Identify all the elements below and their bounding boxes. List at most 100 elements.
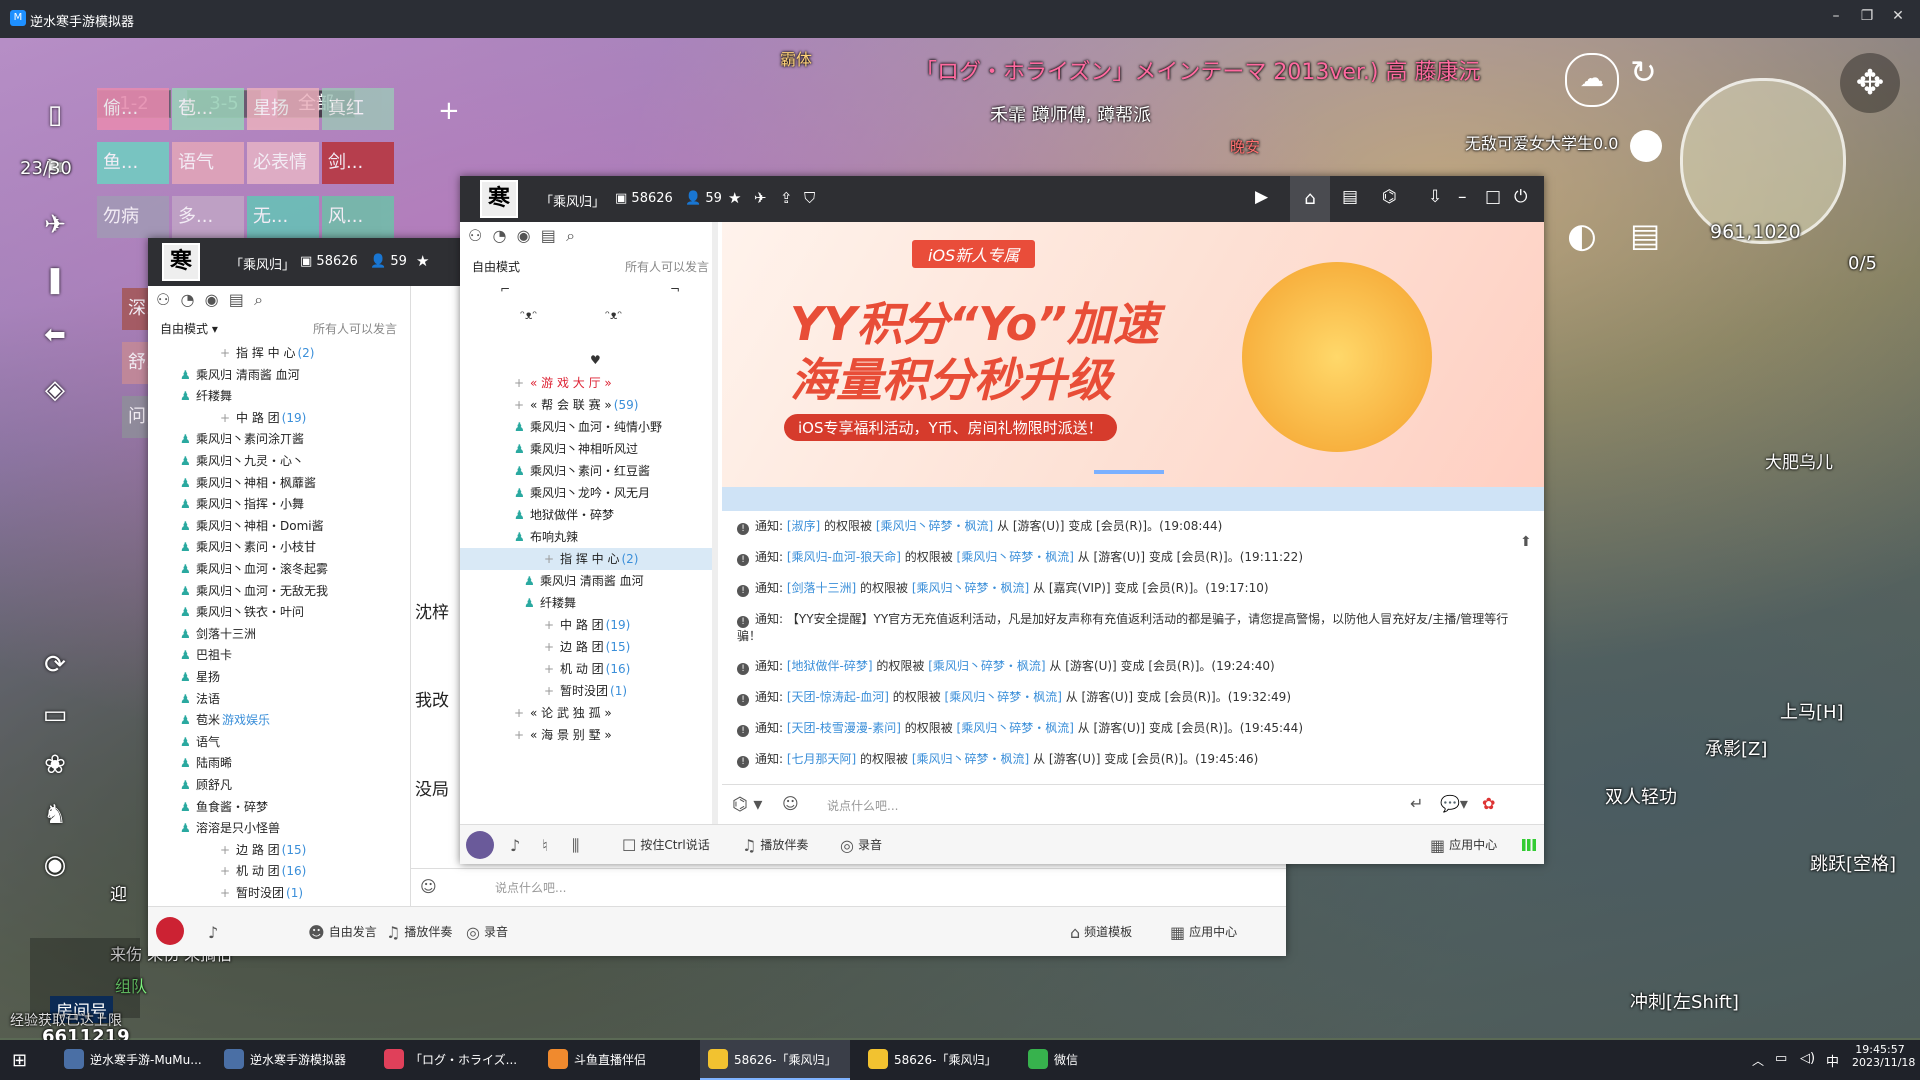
tree-row[interactable]: ♟ 乘风归丶龙吟・风无月 bbox=[460, 482, 712, 504]
back-arrow-icon[interactable]: ⬅ bbox=[38, 318, 72, 352]
list-icon[interactable]: ▤ bbox=[1342, 187, 1358, 207]
app-center-button[interactable]: ▦ 应用中心 bbox=[1170, 923, 1237, 942]
plane-icon[interactable]: ✈ bbox=[38, 208, 72, 242]
tree-row[interactable]: ♟ 顾舒凡 bbox=[148, 774, 410, 796]
expand-icon[interactable]: + bbox=[514, 394, 524, 416]
clock[interactable]: 19:45:57 2023/11/18 bbox=[1852, 1043, 1915, 1069]
accompaniment-button[interactable]: ♫ 播放伴奏 bbox=[386, 923, 452, 942]
tree-row[interactable]: ♟ 鱼食酱・碎梦 bbox=[148, 796, 410, 818]
add-member-icon[interactable]: + bbox=[438, 96, 460, 126]
ptt-button[interactable]: ☐ 按住Ctrl说话 bbox=[622, 836, 710, 855]
tree-row[interactable]: ♟ 溶溶是只小怪兽 bbox=[148, 817, 410, 839]
notice-name[interactable]: [天团-惊涛起-血河] bbox=[787, 690, 889, 704]
expand-icon[interactable]: + bbox=[220, 407, 230, 429]
taskbar-item[interactable]: 58626-「乘风归」 bbox=[700, 1040, 850, 1080]
taskbar-item[interactable]: 逆水寒手游模拟器 bbox=[216, 1040, 366, 1080]
tree-row[interactable]: + 机 动 团 (16) bbox=[148, 860, 410, 882]
refresh-icon[interactable]: ↻ bbox=[1630, 53, 1657, 91]
headset-icon[interactable]: ◔ bbox=[493, 226, 507, 245]
tree-row[interactable]: + « 帮 会 联 赛 » (59) bbox=[460, 394, 712, 416]
tree-row[interactable]: + 中 路 团 (19) bbox=[460, 614, 712, 636]
record-button[interactable]: ◎ 录音 bbox=[840, 836, 882, 855]
notice-by[interactable]: [乘风归丶碎梦・枫流] bbox=[957, 550, 1074, 564]
flower-icon[interactable]: ✿ bbox=[1482, 794, 1495, 813]
search-icon[interactable]: ⌕ bbox=[566, 226, 575, 245]
user-icon[interactable]: ⚇ bbox=[468, 226, 482, 245]
mic-icon[interactable]: ♮ bbox=[542, 836, 552, 855]
channel-template-button[interactable]: ⌂ 频道模板 bbox=[1070, 923, 1132, 942]
ad-banner[interactable]: iOS新人专属 YY积分“Yo”加速 海量积分秒升级 iOS专享福利活动，Y币、… bbox=[722, 222, 1544, 487]
expand-icon[interactable]: + bbox=[514, 702, 524, 724]
skill-dash[interactable]: 冲刺[左Shift] bbox=[1630, 988, 1739, 1014]
camera-icon[interactable]: ◉ bbox=[38, 848, 72, 882]
tree-row[interactable]: + 暂时没团 (1) bbox=[148, 882, 410, 904]
taskbar-item[interactable]: 斗鱼直播伴侣 bbox=[540, 1040, 690, 1080]
book-icon[interactable]: ▤ bbox=[1630, 216, 1660, 254]
tree-row[interactable]: ♟ 乘风归丶铁衣・叶问 bbox=[148, 601, 410, 623]
speaker-icon[interactable]: ♪ bbox=[208, 923, 222, 942]
gamepad-icon[interactable]: ⌬ bbox=[1382, 187, 1397, 207]
team-cell[interactable]: 多... bbox=[172, 196, 244, 238]
enter-icon[interactable]: ↵ bbox=[1410, 794, 1423, 813]
tree-row[interactable]: ♟ 乘风归 清雨酱 血河 bbox=[148, 364, 410, 386]
scroll-top-icon[interactable]: ⬆ bbox=[1520, 534, 1532, 550]
expand-icon[interactable]: + bbox=[220, 342, 230, 364]
expand-icon[interactable]: + bbox=[220, 882, 230, 904]
speaker-icon[interactable]: ♪ bbox=[510, 836, 524, 855]
expand-icon[interactable]: + bbox=[544, 680, 554, 702]
maximize-icon[interactable]: □ bbox=[1485, 187, 1501, 207]
expand-icon[interactable]: + bbox=[514, 724, 524, 746]
app-center-button[interactable]: ▦ 应用中心 bbox=[1430, 836, 1497, 855]
carousel-indicator[interactable] bbox=[1094, 470, 1164, 474]
notice-by[interactable]: [乘风归丶碎梦・枫流] bbox=[945, 690, 1062, 704]
network-icon[interactable]: ▭ bbox=[1775, 1051, 1787, 1066]
list-icon[interactable]: ▤ bbox=[229, 290, 244, 309]
skill-chengying[interactable]: 承影[Z] bbox=[1705, 735, 1767, 761]
close-icon[interactable]: ✕ bbox=[1887, 8, 1909, 28]
cloud-icon[interactable]: ☁ bbox=[1565, 53, 1619, 107]
rotate-icon[interactable]: ⟳ bbox=[38, 648, 72, 682]
record-button[interactable]: ◎ 录音 bbox=[466, 923, 508, 942]
notice-name[interactable]: [天团-枝雪漫漫-素问] bbox=[787, 721, 901, 735]
windows-start-icon[interactable]: ⊞ bbox=[12, 1050, 27, 1071]
tree-row[interactable]: ♟ 乘风归丶九灵・心丶 bbox=[148, 450, 410, 472]
expand-icon[interactable]: + bbox=[544, 548, 554, 570]
tree-row[interactable]: ♟ 乘风归丶指挥・小舞 bbox=[148, 493, 410, 515]
notice-name[interactable]: [七月那天阿] bbox=[787, 752, 856, 766]
team-cell[interactable]: 星扬 bbox=[247, 88, 319, 130]
notice-by[interactable]: [乘风归丶碎梦・枫流] bbox=[876, 519, 993, 533]
expand-icon[interactable]: + bbox=[220, 860, 230, 882]
tree-row[interactable]: + 机 动 团 (16) bbox=[460, 658, 712, 680]
taskbar-item[interactable]: 「ログ・ホライズ... bbox=[376, 1040, 526, 1080]
download-icon[interactable]: ⇩ bbox=[1428, 187, 1442, 207]
taskbar-item[interactable]: 微信 bbox=[1020, 1040, 1100, 1080]
emoji-icon[interactable]: ☺ bbox=[782, 794, 799, 813]
team-cell[interactable]: 苞... bbox=[172, 88, 244, 130]
character-icon[interactable]: ◐ bbox=[1567, 216, 1597, 256]
headset-icon[interactable]: ◔ bbox=[181, 290, 195, 309]
phone-icon[interactable]: ▯ bbox=[38, 98, 72, 132]
expand-icon[interactable]: + bbox=[544, 636, 554, 658]
restore-icon[interactable]: ❐ bbox=[1856, 8, 1878, 28]
taskbar-item[interactable]: 逆水寒手游-MuMu... bbox=[56, 1040, 206, 1080]
tree-scrollbar[interactable] bbox=[712, 222, 718, 862]
tree-row[interactable]: ♟ 纤耧舞 bbox=[148, 385, 410, 407]
move-icon[interactable]: ✥ bbox=[1840, 53, 1900, 113]
home-icon[interactable]: ⌂ bbox=[1290, 176, 1330, 222]
channel-avatar[interactable]: 寒 bbox=[162, 243, 200, 281]
taskbar-item[interactable]: 58626-「乘风归」 bbox=[860, 1040, 1010, 1080]
tree-row[interactable]: + 指 挥 中 心 (2) bbox=[460, 548, 712, 570]
search-icon[interactable]: ⌕ bbox=[254, 290, 263, 309]
mount-icon[interactable]: ♞ bbox=[38, 798, 72, 832]
team-cell[interactable]: 剑... bbox=[322, 142, 394, 184]
minimize-icon[interactable]: – bbox=[1825, 8, 1847, 28]
minimap[interactable] bbox=[1680, 78, 1846, 244]
team-cell[interactable]: 语气 bbox=[172, 142, 244, 184]
notice-by[interactable]: [乘风归丶碎梦・枫流] bbox=[912, 581, 1029, 595]
tree-row[interactable]: ♟ 乘风归丶血河・纯情小野 bbox=[460, 416, 712, 438]
ime-indicator[interactable]: 中 bbox=[1826, 1051, 1839, 1070]
tree-row[interactable]: ♟ 纤耧舞 bbox=[460, 592, 712, 614]
team-cell[interactable]: 偷... bbox=[97, 88, 169, 130]
tree-row[interactable]: ♟ 剑落十三洲 bbox=[148, 623, 410, 645]
tray-chevron-icon[interactable]: ︿ bbox=[1752, 1052, 1764, 1069]
